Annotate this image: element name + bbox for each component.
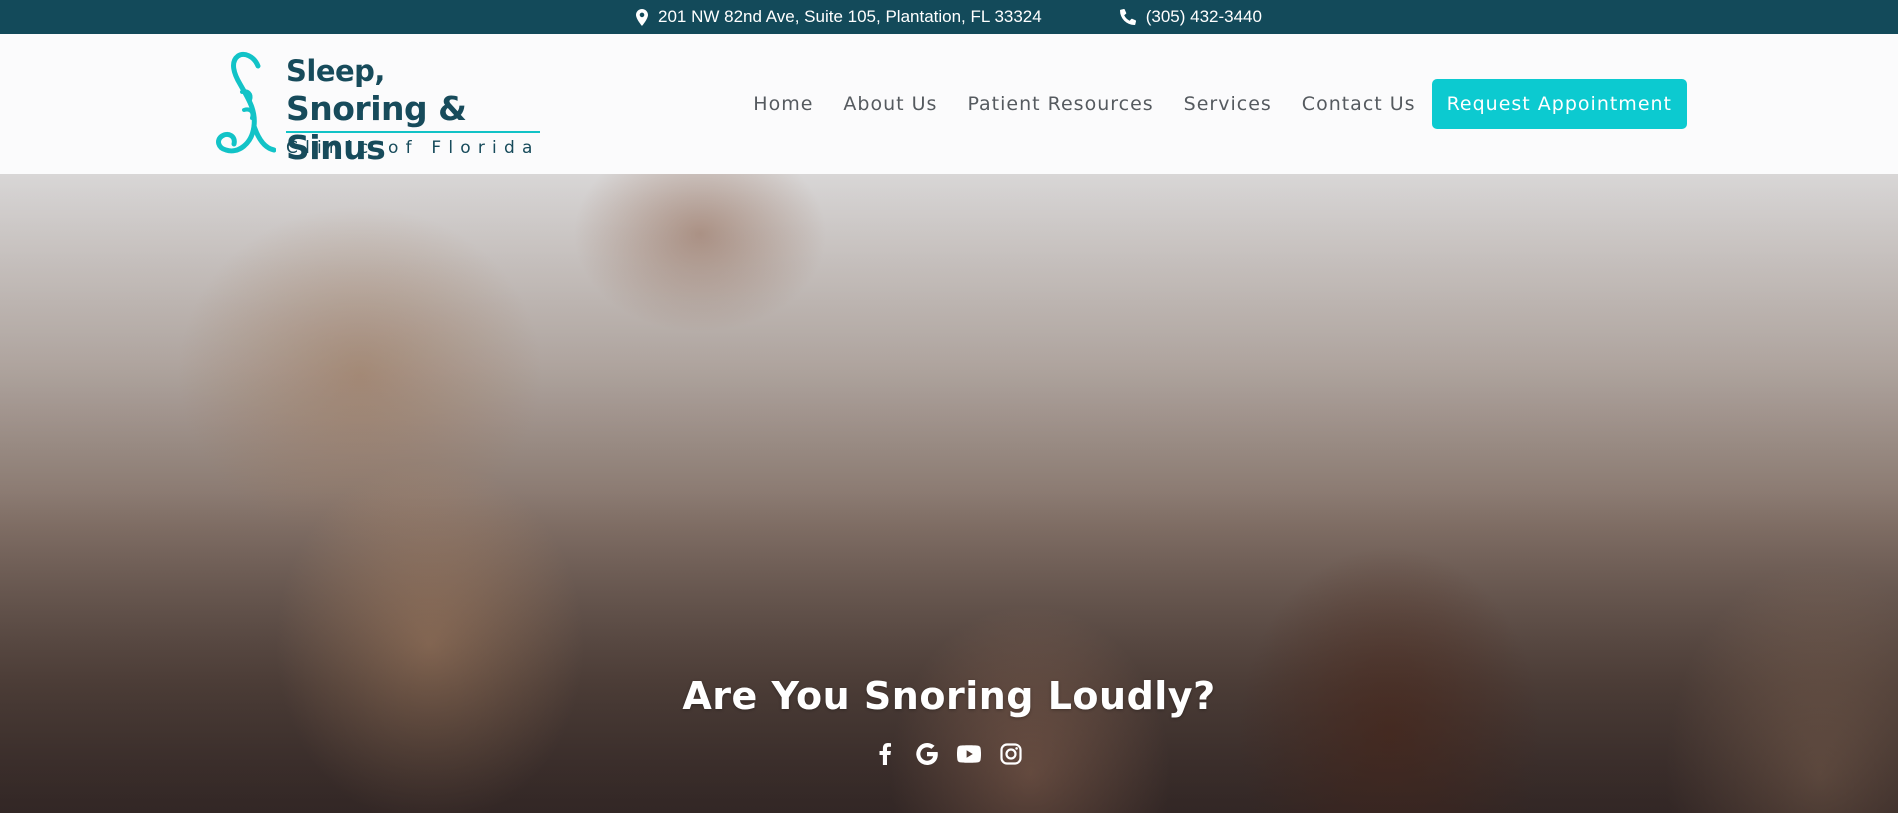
phone-info[interactable]: (305) 432-3440 xyxy=(1119,7,1262,27)
logo-divider xyxy=(286,131,540,133)
google-icon[interactable] xyxy=(915,742,939,766)
address-text: 201 NW 82nd Ave, Suite 105, Plantation, … xyxy=(658,7,1042,26)
map-pin-icon xyxy=(636,8,648,26)
logo-subtitle: Clinic of Florida xyxy=(286,138,540,158)
facebook-icon[interactable] xyxy=(873,742,897,766)
nav-contact-us[interactable]: Contact Us xyxy=(1302,93,1416,115)
clinic-logo[interactable]: Sleep, Snoring & Sinus Clinic of Florida xyxy=(214,50,544,167)
logo-mark-icon xyxy=(216,51,276,154)
site-header: Sleep, Snoring & Sinus Clinic of Florida… xyxy=(0,34,1898,174)
social-links xyxy=(873,742,1023,766)
address-info[interactable]: 201 NW 82nd Ave, Suite 105, Plantation, … xyxy=(636,7,1042,27)
logo-text-line1: Sleep, xyxy=(286,54,385,88)
hero-banner: Are You Snoring Loudly? xyxy=(0,174,1898,813)
nav-home[interactable]: Home xyxy=(753,93,813,115)
nav-services[interactable]: Services xyxy=(1184,93,1272,115)
nav-about-us[interactable]: About Us xyxy=(843,93,937,115)
phone-icon xyxy=(1119,9,1136,25)
main-nav: Home About Us Patient Resources Services… xyxy=(753,79,1687,129)
hero-title: Are You Snoring Loudly? xyxy=(682,674,1216,718)
phone-text: (305) 432-3440 xyxy=(1145,7,1262,26)
top-info-bar: 201 NW 82nd Ave, Suite 105, Plantation, … xyxy=(0,0,1898,34)
instagram-icon[interactable] xyxy=(999,742,1023,766)
nav-patient-resources[interactable]: Patient Resources xyxy=(967,93,1153,115)
request-appointment-button[interactable]: Request Appointment xyxy=(1431,79,1687,129)
youtube-icon[interactable] xyxy=(957,742,981,766)
